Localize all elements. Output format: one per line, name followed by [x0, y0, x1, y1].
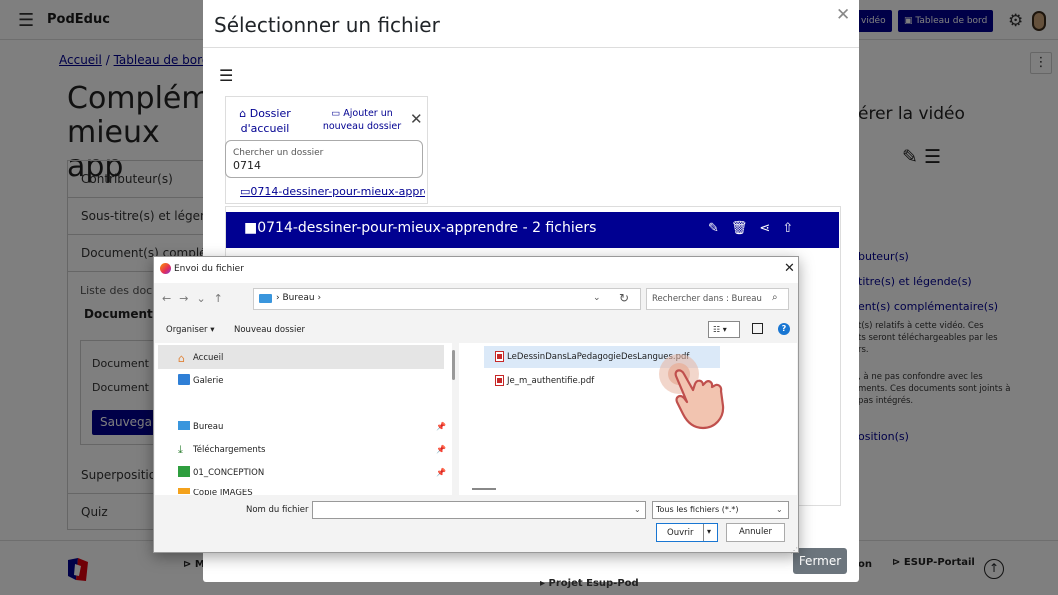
close-icon[interactable]: ✕: [410, 110, 423, 128]
filename-input[interactable]: [312, 501, 646, 519]
scrollbar[interactable]: [472, 488, 496, 490]
nav-item-accueil[interactable]: Accueil: [193, 353, 223, 363]
pin-icon[interactable]: 📌: [436, 468, 446, 477]
chevron-down-icon[interactable]: ⌄: [593, 293, 601, 303]
folder-icon: ▭: [240, 185, 251, 198]
pdf-icon: [495, 351, 504, 362]
folder-orange-icon: [178, 488, 190, 494]
share-icon[interactable]: ⋖: [759, 221, 782, 236]
scrollbar[interactable]: [452, 350, 455, 380]
new-folder-button[interactable]: Nouveau dossier: [234, 325, 305, 335]
home-icon: ⌂: [239, 107, 247, 120]
organize-button[interactable]: Organiser ▾: [166, 325, 215, 335]
dialog-titlebar: [154, 257, 798, 283]
download-icon: ⤓: [178, 443, 183, 456]
home-folder-link[interactable]: ⌂ Dossier d'accueil: [235, 106, 295, 136]
desktop-icon: [259, 294, 272, 303]
nav-item-telechargements[interactable]: Téléchargements: [193, 445, 265, 455]
nav-item-conception[interactable]: 01_CONCEPTION: [193, 468, 264, 478]
upload-icon[interactable]: ⇧: [782, 221, 805, 236]
folder-search-label: Chercher un dossier: [233, 148, 324, 158]
organize-label: Organiser: [166, 325, 208, 335]
footer-project-text: Projet Esup-Pod: [548, 578, 639, 589]
folder-actions: ✎🗑⋖⇧: [708, 221, 805, 236]
refresh-icon[interactable]: ↻: [619, 291, 629, 305]
folder-green-icon: [178, 466, 190, 477]
path-separator: ›: [317, 293, 322, 303]
filename-label: Nom du fichier :: [246, 505, 315, 515]
close-icon[interactable]: ✕: [784, 261, 795, 276]
menu-icon[interactable]: ☰: [219, 66, 233, 85]
pdf-icon: [495, 375, 504, 386]
back-icon[interactable]: ←: [162, 292, 179, 305]
nav-item-bureau[interactable]: Bureau: [193, 422, 223, 432]
resize-grip-icon[interactable]: ⋰: [790, 546, 798, 555]
view-options-button[interactable]: ☷ ▾: [708, 321, 740, 338]
divider: [703, 524, 704, 541]
search-icon[interactable]: ⌕: [772, 292, 778, 303]
edit-icon[interactable]: ✎: [708, 221, 731, 236]
file-item[interactable]: Je_m_authentifie.pdf: [507, 376, 594, 386]
cancel-button[interactable]: Annuler: [726, 523, 785, 542]
divider: [203, 47, 859, 48]
add-folder-link[interactable]: ▭ Ajouter un nouveau dossier: [322, 107, 402, 133]
dialog-title: Envoi du fichier: [174, 264, 244, 274]
pin-icon[interactable]: 📌: [436, 445, 446, 454]
folder-header-label: 0714-dessiner-pour-mieux-apprendre - 2 f…: [257, 220, 597, 236]
close-button[interactable]: Fermer: [793, 548, 847, 574]
preview-pane-icon[interactable]: [752, 323, 763, 334]
help-icon[interactable]: ?: [778, 323, 790, 335]
pin-icon[interactable]: 📌: [436, 422, 446, 431]
address-path: › Bureau ›: [276, 293, 321, 303]
pointer-hand-icon: [659, 354, 725, 430]
nav-buttons: ←→⌄↑: [162, 292, 231, 305]
footer-project-link[interactable]: ▸ Projet Esup-Pod: [540, 578, 639, 589]
folder-result-label: 0714-dessiner-pour-mieux-apprendre: [250, 185, 425, 198]
desktop-icon: [178, 421, 190, 430]
folder-search-value[interactable]: 0714: [233, 159, 261, 172]
trash-icon[interactable]: 🗑: [731, 221, 760, 236]
forward-icon[interactable]: →: [179, 292, 196, 305]
up-icon[interactable]: ↑: [214, 292, 231, 305]
dropdown-arrow-icon[interactable]: ▾: [707, 527, 711, 536]
folder-header-title: ■0714-dessiner-pour-mieux-apprendre - 2 …: [244, 220, 596, 236]
gallery-icon: [178, 374, 190, 385]
firefox-icon: [160, 263, 171, 274]
search-placeholder: Rechercher dans : Bureau: [652, 294, 762, 304]
home-folder-label: Dossier d'accueil: [240, 107, 291, 135]
chevron-down-icon[interactable]: ⌄: [196, 292, 213, 305]
modal-title: Sélectionner un fichier: [214, 13, 440, 37]
path-separator: ›: [276, 293, 280, 303]
chevron-down-icon[interactable]: ⌄: [776, 505, 783, 514]
path-segment[interactable]: Bureau: [282, 293, 314, 303]
open-button-label: Ouvrir: [667, 528, 694, 538]
folder-icon: ■: [244, 220, 258, 236]
folder-result-link[interactable]: ▭0714-dessiner-pour-mieux-apprendre: [240, 185, 425, 198]
close-icon[interactable]: ✕: [836, 5, 850, 25]
nav-item-galerie[interactable]: Galerie: [193, 376, 223, 386]
folder-plus-icon: ▭: [331, 108, 341, 119]
home-icon: ⌂: [178, 352, 185, 365]
chevron-down-icon[interactable]: ⌄: [634, 505, 641, 514]
filetype-value: Tous les fichiers (*.*): [656, 505, 739, 514]
